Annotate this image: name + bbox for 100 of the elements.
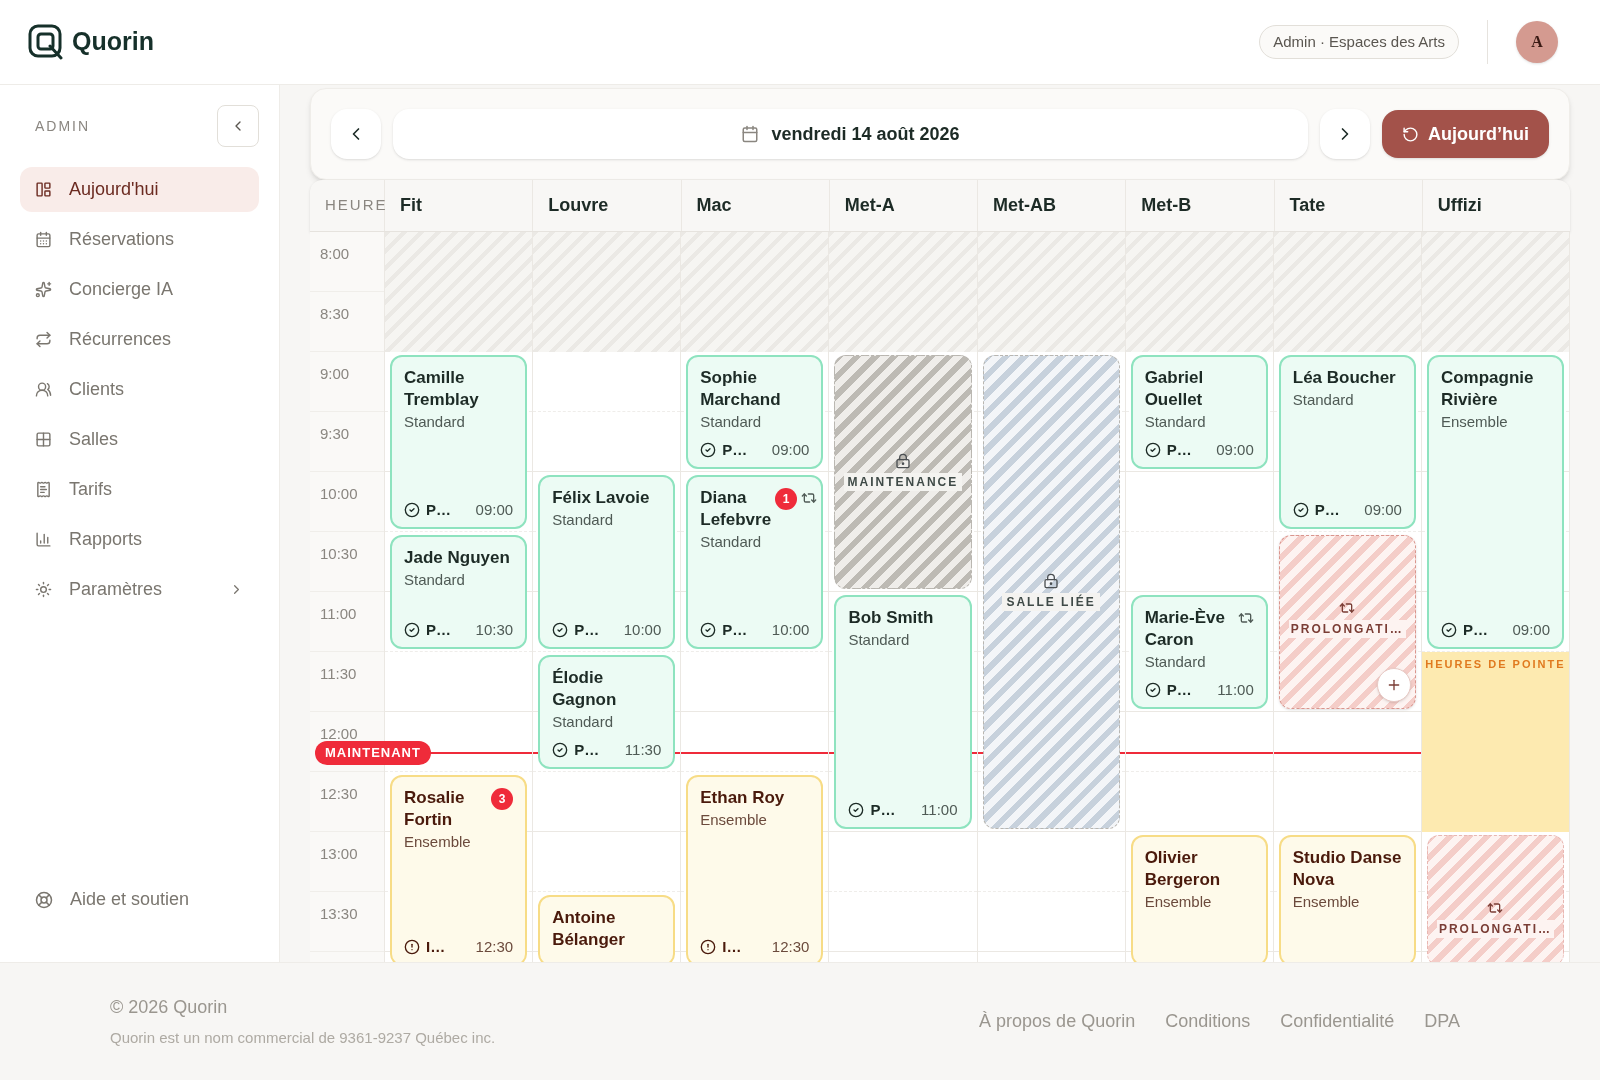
booking-card[interactable]: Félix Lavoie Standard P… 10:00	[538, 475, 676, 649]
status-label: I…	[426, 936, 446, 957]
booking-card[interactable]: Antoine Bélanger	[538, 895, 676, 962]
check-icon	[700, 621, 717, 638]
booking-card[interactable]: Bob Smith Standard P… 11:00	[834, 595, 972, 829]
legal-text: Quorin est un nom commercial de 9361-9237 Québec inc.	[110, 1027, 496, 1048]
booking-card[interactable]: Gabriel Ouellet Standard P… 09:00	[1130, 355, 1268, 469]
booking-card[interactable]: Ethan Roy Ensemble I… 12:30	[686, 775, 824, 962]
booking-type: Standard	[1144, 652, 1207, 672]
today-button[interactable]: Aujourd’hui	[1382, 110, 1549, 158]
sidebar-item[interactable]: Paramètres	[20, 567, 259, 612]
reset-icon	[1402, 125, 1419, 143]
booking-card[interactable]: Diana Lefebvre 1 Standard P… 10:00	[686, 475, 824, 649]
client-name: Félix Lavoie	[552, 487, 651, 509]
check-icon	[552, 741, 569, 758]
check-icon	[700, 441, 717, 458]
time-label: 13:00	[320, 845, 358, 862]
sidebar-item[interactable]: Salles	[20, 417, 259, 462]
booking-card[interactable]: Studio Danse Nova Ensemble	[1278, 835, 1416, 962]
time-column-header: HEURE	[325, 195, 388, 216]
check-icon	[552, 621, 569, 638]
booking-card[interactable]: Élodie Gagnon Standard P… 11:30	[538, 655, 676, 769]
room-header: Met-AB	[993, 194, 1056, 217]
booking-card[interactable]: Olivier Bergeron Ensemble	[1130, 835, 1268, 962]
status-label: P…	[1314, 499, 1340, 520]
nav-icon	[35, 181, 52, 198]
sidebar-item[interactable]: Concierge IA	[20, 267, 259, 312]
section-label: ADMIN	[35, 116, 91, 136]
copyright-text: © 2026 Quorin	[110, 995, 229, 1019]
status-label: P…	[426, 619, 451, 640]
peak-label: HEURES DE POINTE	[1425, 657, 1566, 672]
client-name: Marie-Ève Caron	[1144, 607, 1226, 651]
time-label: 10:00	[320, 485, 358, 502]
status-label: I…	[722, 936, 742, 957]
status-label: P…	[574, 619, 600, 640]
collapse-button[interactable]	[217, 105, 259, 147]
nav-icon	[35, 431, 52, 448]
time-label: 12:30	[320, 785, 358, 802]
sidebar-item[interactable]: Récurrences	[20, 317, 259, 362]
booking-type: Ensemble	[700, 810, 768, 830]
booking-card[interactable]: Rosalie Fortin 3 Ensemble I… 12:30	[390, 775, 528, 962]
lock-icon	[1043, 573, 1060, 589]
room-header: Mac	[696, 194, 732, 217]
date-field[interactable]: vendredi 14 août 2026	[393, 109, 1308, 159]
booking-type: Ensemble	[1292, 892, 1361, 912]
start-time: 11:00	[1217, 679, 1254, 700]
client-name: Rosalie Fortin	[404, 787, 466, 831]
sidebar-item[interactable]: Rapports	[20, 517, 259, 562]
sidebar-item[interactable]: Réservations	[20, 217, 259, 262]
booking-card[interactable]: Jade Nguyen Standard P… 10:30	[390, 535, 528, 649]
check-icon	[1440, 621, 1457, 638]
booking-type: Standard	[848, 630, 911, 650]
add-button[interactable]	[1376, 668, 1411, 702]
time-label: 11:30	[320, 665, 357, 682]
client-name: Studio Danse Nova	[1292, 847, 1402, 891]
previous-day-button[interactable]	[331, 109, 381, 159]
start-time: 09:00	[475, 499, 514, 520]
block-label: SALLE LIÉE	[1002, 593, 1100, 611]
count-badge: 3	[491, 788, 514, 810]
check-icon	[1144, 681, 1161, 698]
booking-card[interactable]: Marie-Ève Caron Standard P… 11:00	[1130, 595, 1268, 709]
sidebar-item[interactable]: Clients	[20, 367, 259, 412]
status-label: P…	[722, 619, 748, 640]
booking-card[interactable]: Sophie Marchand Standard P… 09:00	[686, 355, 824, 469]
time-label: 9:30	[320, 425, 350, 442]
booking-type: Standard	[404, 570, 466, 590]
block-label: MAINTENANCE	[843, 473, 963, 491]
client-name: Bob Smith	[848, 607, 935, 629]
booking-card[interactable]: Camille Tremblay Standard P… 09:00	[390, 355, 528, 529]
repeat-icon	[1487, 900, 1504, 916]
client-name: Camille Tremblay	[404, 367, 480, 411]
help-link[interactable]: Aide et soutien	[20, 877, 259, 922]
calendar-icon	[741, 125, 760, 143]
nav-icon	[35, 531, 52, 548]
start-time: 11:00	[921, 799, 958, 820]
user-avatar[interactable]: A	[1516, 21, 1558, 63]
start-time: 11:30	[624, 739, 662, 760]
booking-card[interactable]: Compagnie Rivière Ensemble P… 09:00	[1426, 355, 1564, 649]
room-header: Louvre	[548, 194, 609, 217]
start-time: 09:00	[771, 439, 810, 460]
next-day-button[interactable]	[1320, 109, 1370, 159]
sidebar-item[interactable]: Aujourd'hui	[20, 167, 259, 212]
room-header: Uffizi	[1437, 194, 1482, 217]
nav-icon	[35, 281, 52, 298]
count-badge: 1	[775, 488, 798, 510]
alert-icon	[404, 938, 420, 955]
client-name: Sophie Marchand	[700, 367, 782, 411]
help-icon	[35, 890, 53, 909]
check-icon	[848, 801, 865, 818]
brand-name: Quorin	[72, 26, 154, 58]
room-header: Met-A	[844, 194, 895, 217]
booking-card[interactable]: Léa Boucher Standard P… 09:00	[1278, 355, 1416, 529]
start-time: 10:00	[623, 619, 662, 640]
status-label: P…	[1462, 619, 1488, 640]
logo-icon	[28, 24, 64, 60]
time-label: 13:30	[320, 905, 358, 922]
alert-icon	[700, 938, 717, 955]
booking-type: Standard	[404, 412, 466, 432]
sidebar-item[interactable]: Tarifs	[20, 467, 259, 512]
booking-type: Standard	[552, 510, 614, 530]
